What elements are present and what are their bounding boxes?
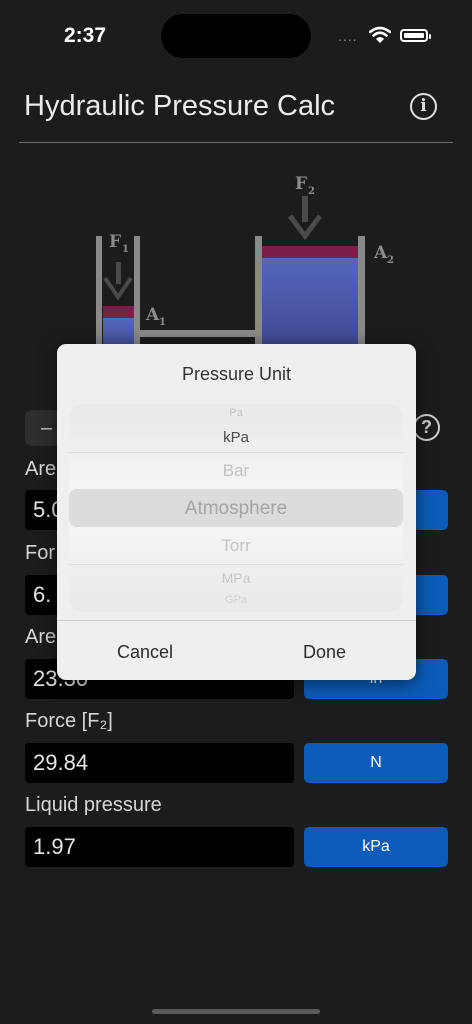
label-a1-sub: 1: [159, 317, 166, 328]
label-a1: A: [145, 305, 160, 325]
picker-option[interactable]: GPa: [69, 594, 403, 606]
page-title: Hydraulic Pressure Calc: [24, 90, 336, 122]
unit-picker-wheel[interactable]: Pa kPa Bar Atmosphere Torr MPa GPa: [69, 404, 403, 612]
info-icon[interactable]: i: [410, 93, 437, 120]
label-f2-sub: 2: [308, 186, 315, 197]
area2-label: Are: [25, 626, 57, 648]
label-f1-sub: 1: [122, 244, 129, 255]
dialog-title: Pressure Unit: [181, 364, 292, 384]
segment-minus[interactable]: –: [41, 417, 52, 440]
pressure-input[interactable]: 1.97: [25, 827, 294, 867]
small-piston: [103, 306, 134, 318]
label-a2-sub: 2: [387, 255, 394, 266]
label-f2: F: [295, 174, 307, 194]
force2-input[interactable]: 29.84: [25, 743, 294, 783]
label-f1: F: [109, 232, 121, 252]
dialog-divider: [57, 620, 416, 621]
picker-option[interactable]: MPa: [69, 570, 403, 586]
pressure-unit-button[interactable]: kPa: [304, 827, 448, 867]
signal-icon: ....: [338, 28, 358, 44]
picker-option[interactable]: Pa: [69, 407, 403, 419]
hydraulic-diagram: F 1 A 1 F 2 A 2: [96, 174, 394, 360]
area1-label: Are: [25, 458, 57, 480]
picker-option[interactable]: kPa: [69, 429, 403, 446]
help-icon[interactable]: ?: [413, 414, 440, 441]
cancel-button[interactable]: Cancel: [117, 642, 173, 663]
pressure-unit-dialog: Pressure Unit Pa kPa Bar Atmosphere Torr…: [57, 344, 416, 680]
header-divider: [19, 142, 453, 143]
picker-option[interactable]: Torr: [69, 536, 403, 556]
status-time: 2:37: [64, 24, 107, 47]
force1-label: For: [25, 542, 55, 564]
large-piston: [262, 246, 358, 258]
battery-icon: [400, 29, 431, 42]
picker-option[interactable]: Bar: [69, 461, 403, 481]
force2-unit-button[interactable]: N: [304, 743, 448, 783]
dynamic-island: [161, 14, 311, 58]
picker-option-selected[interactable]: Atmosphere: [69, 498, 403, 520]
force2-label: Force [F₂]: [25, 710, 113, 732]
label-a2: A: [373, 243, 388, 263]
done-button[interactable]: Done: [303, 642, 346, 663]
home-indicator[interactable]: [152, 1009, 320, 1014]
wifi-icon: [369, 26, 391, 43]
pressure-label: Liquid pressure: [25, 794, 162, 816]
